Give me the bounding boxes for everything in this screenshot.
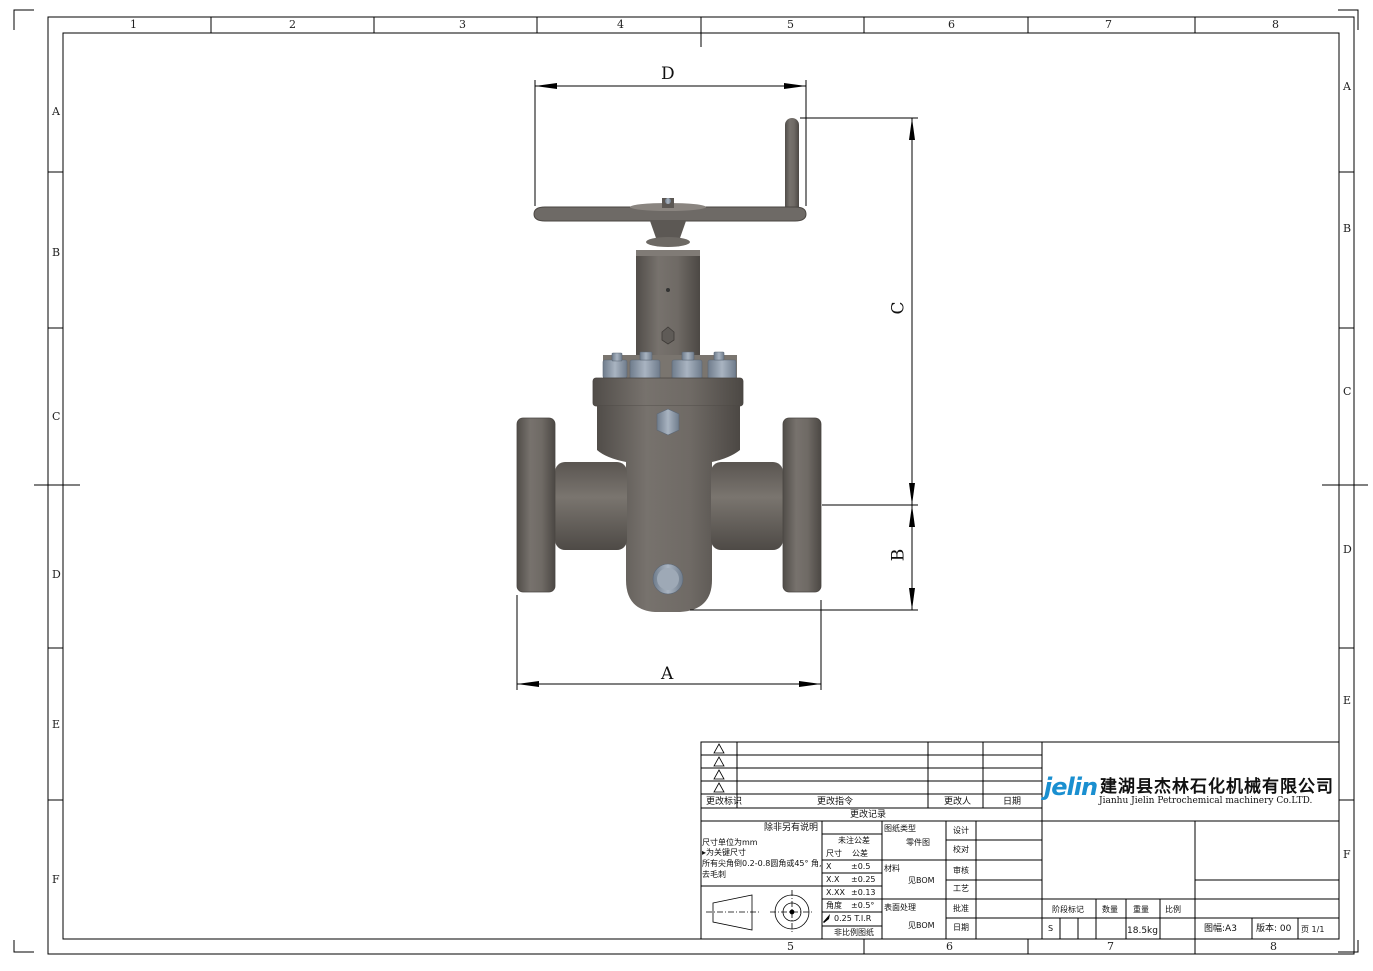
surface-label: 表面处理 xyxy=(884,903,916,912)
zone-col-2: 2 xyxy=(289,18,296,31)
stage-label: 阶段标记 xyxy=(1052,905,1084,914)
sheet-size: 图幅:A3 xyxy=(1204,924,1237,934)
sign-design: 设计 xyxy=(953,826,969,835)
company-logo: jelin xyxy=(1044,773,1098,801)
material-label: 材料 xyxy=(884,864,900,873)
sign-date: 日期 xyxy=(953,923,969,932)
tolerance-row-4-val: ±0.5° xyxy=(851,901,875,910)
zone-row-e-right: E xyxy=(1343,694,1352,707)
zone-bottom-8: 8 xyxy=(1270,940,1277,953)
tolerance-row-2-key: X.X xyxy=(826,875,840,884)
zone-col-1: 1 xyxy=(130,18,137,31)
notes-line-2: ▸为关键尺寸 xyxy=(702,848,747,857)
page-number: 页 1/1 xyxy=(1301,925,1325,934)
drawing-sheet xyxy=(13,9,1368,955)
zone-row-e-left: E xyxy=(52,718,61,731)
zone-row-f-left: F xyxy=(52,873,60,886)
zone-row-b-left: B xyxy=(52,246,61,259)
sign-check: 校对 xyxy=(953,845,969,854)
stage-value: S xyxy=(1048,924,1054,933)
tolerance-row-3-val: ±0.13 xyxy=(851,888,876,897)
scale-label: 比例 xyxy=(1165,905,1181,914)
zone-row-d-right: D xyxy=(1343,543,1352,556)
version: 版本: 00 xyxy=(1256,924,1292,934)
tolerance-row-5-key: 0.25 T.I.R xyxy=(834,914,872,923)
tolerance-row-1-val: ±0.5 xyxy=(851,862,871,871)
zone-row-a-left: A xyxy=(52,105,60,118)
tolerance-row-1-key: X xyxy=(826,862,832,871)
tolerance-col2: 公差 xyxy=(852,849,868,858)
revision-col-order: 更改指令 xyxy=(817,797,854,807)
revision-title: 更改记录 xyxy=(850,810,887,820)
zone-col-5: 5 xyxy=(787,18,794,31)
tolerance-row-3-key: X.XX xyxy=(826,888,845,897)
drawing-type-label: 图纸类型 xyxy=(884,824,916,833)
revision-col-date: 日期 xyxy=(1003,797,1022,807)
projection-symbol-icon xyxy=(706,890,814,934)
revision-col-mark: 更改标识 xyxy=(706,797,743,807)
tolerance-row-2-val: ±0.25 xyxy=(851,875,876,884)
tolerance-col1: 尺寸 xyxy=(826,849,842,858)
tolerance-heading: 未注公差 xyxy=(838,836,870,845)
zone-bottom-5: 5 xyxy=(787,940,794,953)
qty-label: 数量 xyxy=(1102,905,1118,914)
dimension-c-label: C xyxy=(888,301,909,315)
sign-review: 审核 xyxy=(953,866,969,875)
weight-label: 重量 xyxy=(1133,905,1149,914)
dimension-b-label: B xyxy=(888,548,909,562)
zone-row-d-left: D xyxy=(52,568,61,581)
notes-line-1: 尺寸单位为mm xyxy=(702,838,758,847)
tolerance-row-4-key: 角度 xyxy=(826,901,842,910)
surface-value: 见BOM xyxy=(908,921,935,930)
zone-row-c-left: C xyxy=(52,410,61,423)
notes-line-3: 所有尖角倒0.2-0.8圆角或45° 角, xyxy=(702,859,822,868)
zone-bottom-7: 7 xyxy=(1107,940,1114,953)
zone-bottom-6: 6 xyxy=(946,940,953,953)
zone-row-f-right: F xyxy=(1343,848,1351,861)
tolerance-not-scale: 非比例图纸 xyxy=(834,928,874,937)
zone-row-a-right: A xyxy=(1343,80,1351,93)
notes-heading: 除非另有说明 xyxy=(764,823,819,833)
drawing-type-value: 零件图 xyxy=(906,838,930,847)
zone-row-c-right: C xyxy=(1343,385,1352,398)
weight-value: 18.5kg xyxy=(1127,926,1158,936)
dimension-d-label: D xyxy=(661,64,675,84)
zone-col-7: 7 xyxy=(1105,18,1112,31)
sign-approve: 批准 xyxy=(953,904,969,913)
material-value: 见BOM xyxy=(908,876,935,885)
company-name-en: Jianhu Jielin Petrochemical machinery Co… xyxy=(1099,796,1313,806)
sign-process: 工艺 xyxy=(953,884,969,893)
zone-col-6: 6 xyxy=(948,18,955,31)
revision-col-person: 更改人 xyxy=(944,797,972,807)
dimension-a-label: A xyxy=(661,664,674,684)
zone-col-3: 3 xyxy=(459,18,466,31)
notes-line-4: 去毛刺 xyxy=(702,870,726,879)
zone-row-b-right: B xyxy=(1343,222,1352,235)
runout-arrow-icon xyxy=(823,914,830,923)
zone-col-8: 8 xyxy=(1272,18,1279,31)
zone-col-4: 4 xyxy=(617,18,624,31)
gate-valve-model xyxy=(516,118,822,612)
company-name-cn: 建湖县杰林石化机械有限公司 xyxy=(1100,777,1334,797)
